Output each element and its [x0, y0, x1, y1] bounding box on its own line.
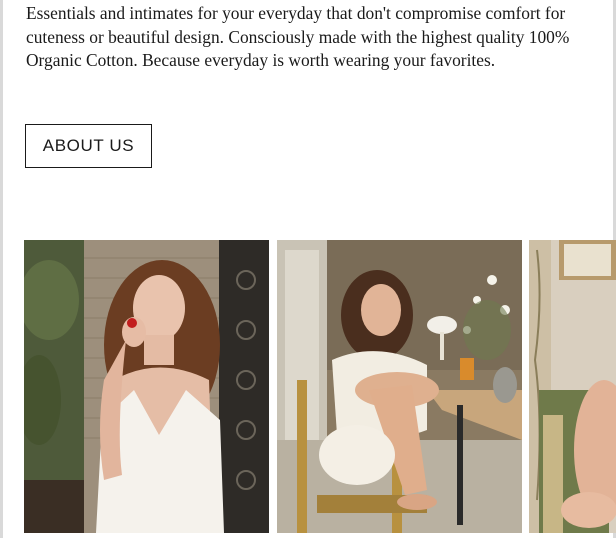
left-edge-divider [0, 0, 3, 538]
woman-with-strawberry-photo[interactable] [24, 240, 269, 533]
intro-paragraph: Essentials and intimates for your everyd… [26, 3, 570, 70]
about-us-button[interactable]: ABOUT US [25, 124, 152, 168]
woman-on-armchair-photo[interactable] [529, 240, 616, 533]
photo-gallery [24, 240, 616, 533]
woman-on-chair-photo[interactable] [277, 240, 522, 533]
